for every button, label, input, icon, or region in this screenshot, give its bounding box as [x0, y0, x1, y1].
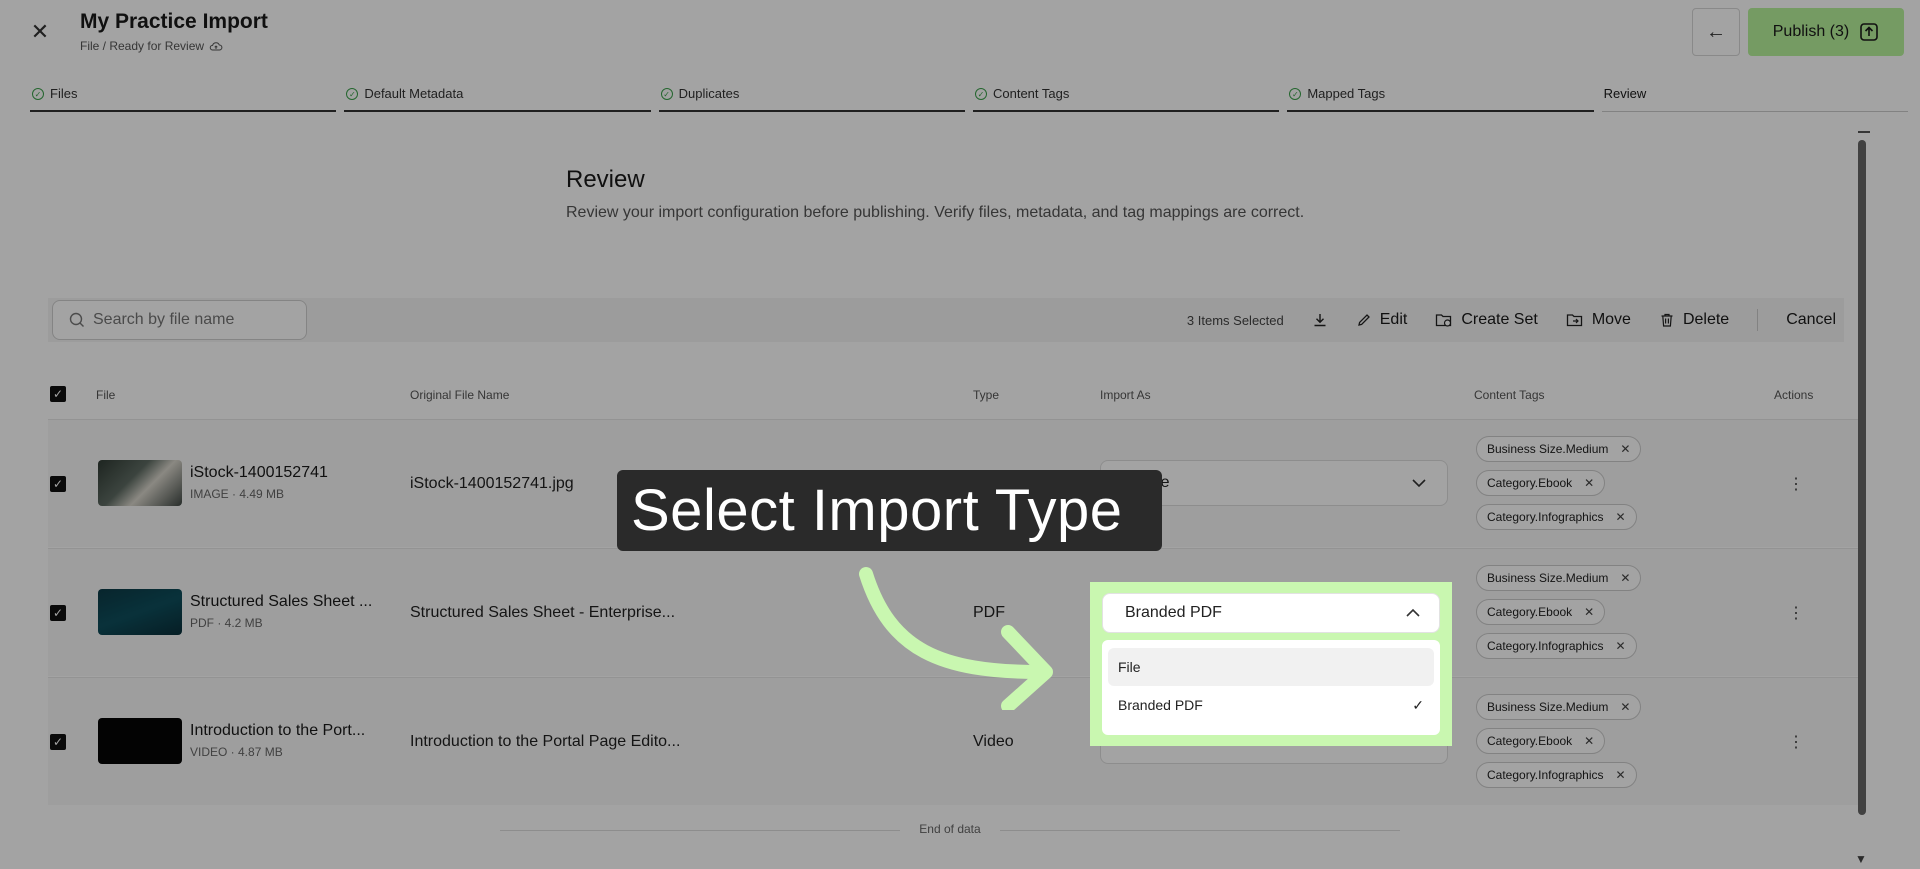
check-icon: ✓	[1412, 696, 1424, 713]
tutorial-callout: Select Import Type	[617, 470, 1162, 551]
curved-arrow-icon	[859, 567, 1053, 710]
import-as-menu: File Branded PDF ✓	[1102, 640, 1440, 735]
option-file[interactable]: File	[1108, 648, 1434, 686]
option-branded-pdf[interactable]: Branded PDF ✓	[1108, 686, 1434, 724]
import-as-value: Branded PDF	[1125, 604, 1222, 621]
option-label: File	[1118, 659, 1141, 675]
option-label: Branded PDF	[1118, 697, 1203, 713]
tutorial-overlay	[0, 0, 1920, 869]
chevron-up-icon	[1406, 608, 1420, 617]
import-as-select-open[interactable]: Branded PDF	[1102, 593, 1440, 633]
